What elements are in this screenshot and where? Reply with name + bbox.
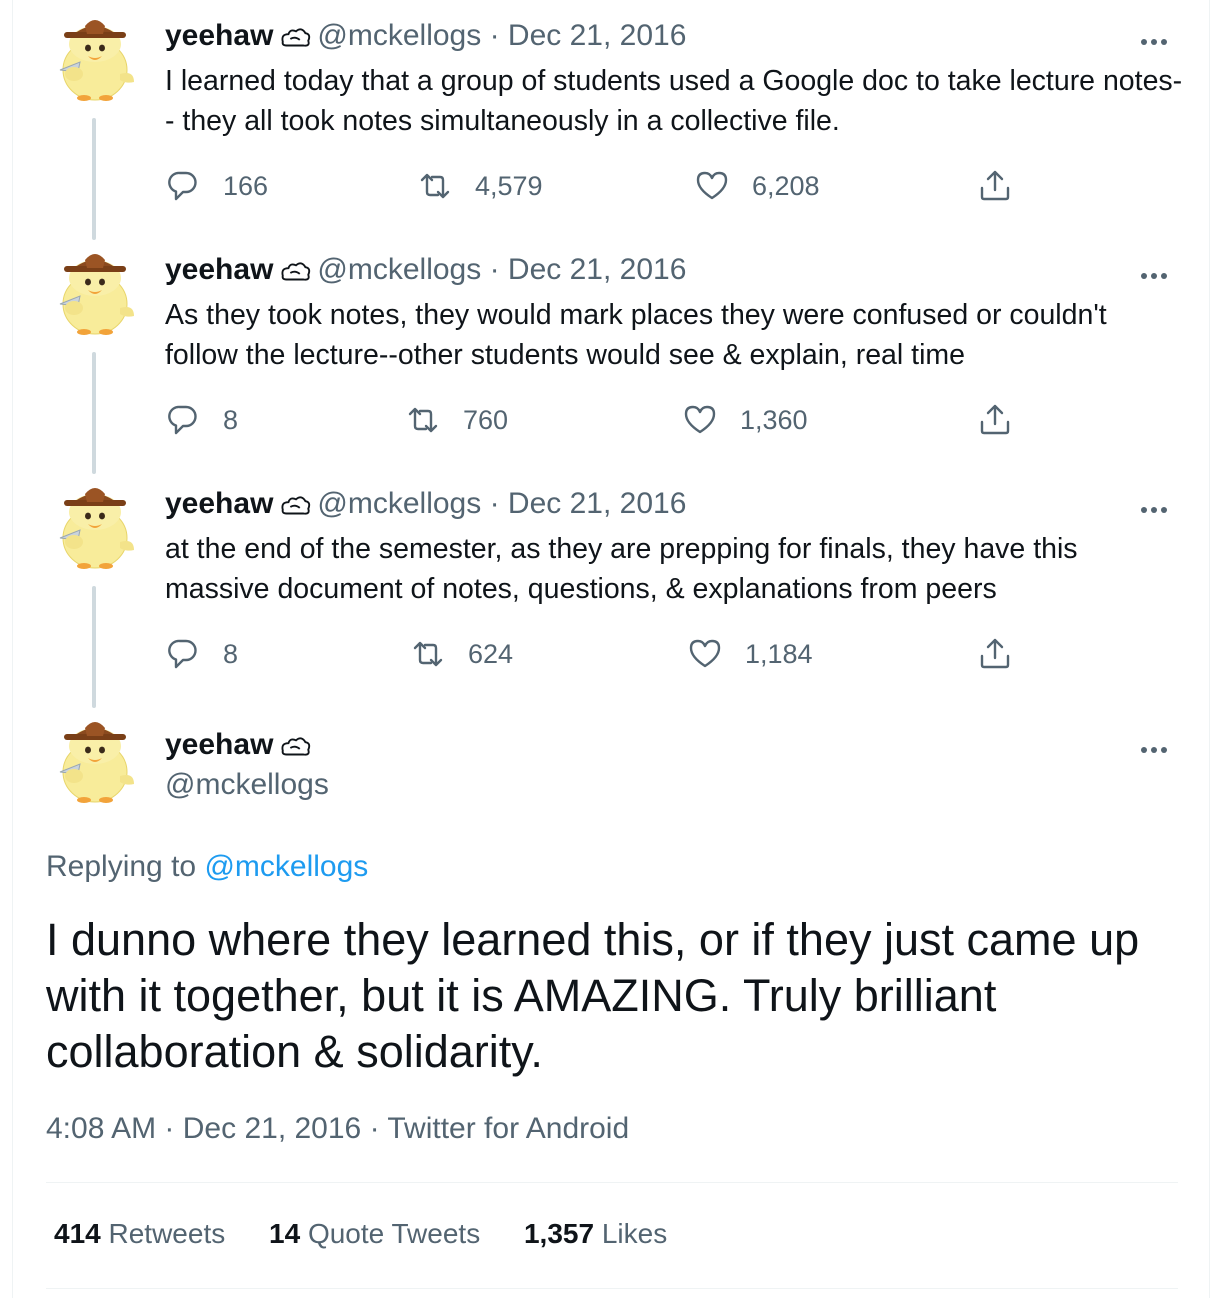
tweet-date[interactable]: Dec 21, 2016 xyxy=(183,1112,361,1145)
replying-mention-link[interactable]: @mckellogs xyxy=(204,850,368,883)
retweets-count: 414 xyxy=(54,1218,101,1249)
divider xyxy=(46,1288,1178,1289)
engagement-stats: 414 Retweets 14 Quote Tweets 1,357 Likes xyxy=(54,1218,703,1250)
replying-prefix: Replying to xyxy=(46,850,197,883)
user-handle[interactable]: @mckellogs xyxy=(165,767,329,803)
tweet-source[interactable]: Twitter for Android xyxy=(387,1112,629,1145)
separator-dot: · xyxy=(164,1112,175,1145)
tweet-text: I dunno where they learned this, or if t… xyxy=(46,914,1140,1077)
quote-tweets-label: Quote Tweets xyxy=(307,1218,481,1249)
quote-tweets-count: 14 xyxy=(269,1218,301,1249)
tweet-author: yeehaw xyxy=(165,727,317,763)
retweets-stat-link[interactable]: 414 Retweets xyxy=(54,1218,225,1249)
quote-tweets-stat-link[interactable]: 14 Quote Tweets xyxy=(269,1218,480,1249)
more-options-button[interactable] xyxy=(1141,740,1175,753)
divider xyxy=(46,1182,1178,1183)
focused-tweet: yeehaw @mckellogs Replying to @mckellogs… xyxy=(0,0,1220,1298)
tweet-time[interactable]: 4:08 AM xyxy=(46,1112,156,1145)
cloud-scribble-icon xyxy=(281,737,311,756)
retweets-label: Retweets xyxy=(108,1218,226,1249)
tweet-metadata: 4:08 AM · Dec 21, 2016 · Twitter for And… xyxy=(46,1112,629,1146)
likes-stat-link[interactable]: 1,357 Likes xyxy=(524,1218,667,1249)
likes-count: 1,357 xyxy=(523,1218,595,1249)
separator-dot: · xyxy=(369,1112,380,1145)
ellipsis-icon xyxy=(1141,747,1147,753)
display-name[interactable]: yeehaw xyxy=(165,728,273,761)
avatar[interactable] xyxy=(50,714,140,804)
likes-label: Likes xyxy=(601,1218,668,1249)
replying-to: Replying to @mckellogs xyxy=(46,850,368,884)
